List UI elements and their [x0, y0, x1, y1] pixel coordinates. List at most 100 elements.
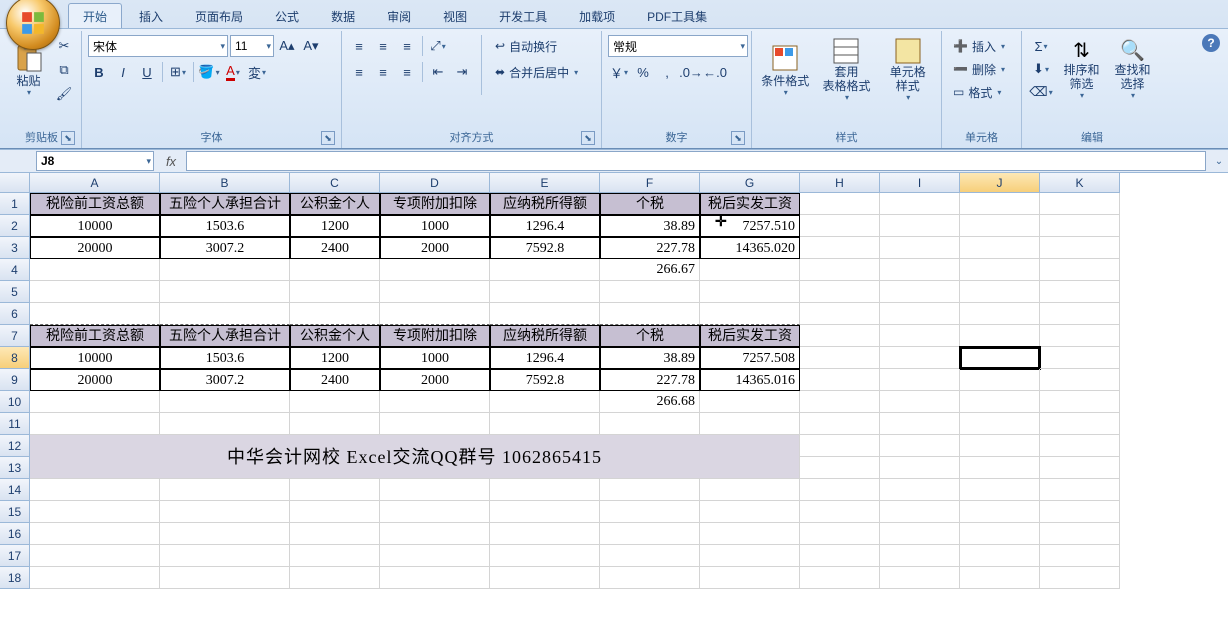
cell[interactable] [380, 281, 490, 303]
cell[interactable] [800, 435, 880, 457]
cell[interactable] [960, 303, 1040, 325]
cell[interactable]: 公积金个人 [290, 325, 380, 347]
cell[interactable] [700, 413, 800, 435]
cell[interactable] [800, 391, 880, 413]
cell[interactable]: 1503.6 [160, 347, 290, 369]
cell[interactable] [490, 303, 600, 325]
cell[interactable] [30, 303, 160, 325]
cell[interactable] [490, 259, 600, 281]
row-header[interactable]: 9 [0, 369, 30, 391]
insert-cells-button[interactable]: ➕插入▾ [948, 35, 1015, 57]
column-header[interactable]: G [700, 173, 800, 193]
row-header[interactable]: 13 [0, 457, 30, 479]
column-header[interactable]: A [30, 173, 160, 193]
cell[interactable] [800, 501, 880, 523]
cell[interactable] [700, 259, 800, 281]
cell[interactable] [160, 413, 290, 435]
cell[interactable] [1040, 347, 1120, 369]
expand-formula-bar[interactable]: ⌄ [1210, 156, 1228, 167]
tab-view[interactable]: 视图 [428, 3, 482, 28]
cell[interactable]: 1200 [290, 215, 380, 237]
cell[interactable] [800, 457, 880, 479]
format-as-table-button[interactable]: 套用 表格格式▾ [816, 35, 876, 103]
font-name-combo[interactable]: 宋体▾ [88, 35, 228, 57]
cell[interactable] [290, 567, 380, 589]
column-header[interactable]: I [880, 173, 960, 193]
cell[interactable]: 10000 [30, 215, 160, 237]
cell[interactable] [160, 281, 290, 303]
percent-button[interactable]: % [632, 61, 654, 83]
row-header[interactable]: 17 [0, 545, 30, 567]
cell[interactable] [800, 413, 880, 435]
cell[interactable] [960, 457, 1040, 479]
cell[interactable] [880, 237, 960, 259]
cell[interactable] [960, 435, 1040, 457]
cell[interactable]: 227.78 [600, 237, 700, 259]
cell[interactable] [880, 501, 960, 523]
cell[interactable]: 38.89 [600, 347, 700, 369]
cell[interactable] [290, 523, 380, 545]
cell[interactable] [1040, 303, 1120, 325]
cell[interactable] [960, 501, 1040, 523]
cell[interactable] [490, 501, 600, 523]
cell[interactable] [380, 479, 490, 501]
column-header[interactable]: F [600, 173, 700, 193]
column-header[interactable]: E [490, 173, 600, 193]
cell[interactable]: 税险前工资总额 [30, 193, 160, 215]
cell[interactable] [160, 303, 290, 325]
row-header[interactable]: 16 [0, 523, 30, 545]
cell[interactable]: 1000 [380, 347, 490, 369]
row-header[interactable]: 15 [0, 501, 30, 523]
column-header[interactable]: D [380, 173, 490, 193]
cell[interactable] [880, 369, 960, 391]
cell[interactable]: 2000 [380, 369, 490, 391]
tab-addins[interactable]: 加载项 [564, 3, 630, 28]
comma-button[interactable]: , [656, 61, 678, 83]
cell[interactable] [960, 215, 1040, 237]
row-header[interactable]: 11 [0, 413, 30, 435]
cell[interactable]: 38.89 [600, 215, 700, 237]
row-header[interactable]: 3 [0, 237, 30, 259]
column-header[interactable]: J [960, 173, 1040, 193]
row-header[interactable]: 5 [0, 281, 30, 303]
cell[interactable] [960, 479, 1040, 501]
cell[interactable]: 227.78 [600, 369, 700, 391]
tab-insert[interactable]: 插入 [124, 3, 178, 28]
cell[interactable] [800, 325, 880, 347]
cell[interactable]: 2000 [380, 237, 490, 259]
cell[interactable]: 7592.8 [490, 369, 600, 391]
cell[interactable] [1040, 479, 1120, 501]
cell[interactable]: 3007.2 [160, 369, 290, 391]
cell[interactable] [290, 259, 380, 281]
copy-button[interactable]: ⧉ [53, 59, 75, 81]
cell[interactable] [880, 259, 960, 281]
cell[interactable] [880, 545, 960, 567]
cell[interactable]: 10000 [30, 347, 160, 369]
cell[interactable] [160, 567, 290, 589]
find-select-button[interactable]: 🔍 查找和 选择▾ [1109, 35, 1156, 103]
cell[interactable]: 税后实发工资 [700, 193, 800, 215]
cell[interactable] [960, 325, 1040, 347]
cell[interactable]: 1296.4 [490, 215, 600, 237]
cell[interactable] [290, 303, 380, 325]
cell[interactable] [960, 237, 1040, 259]
cell[interactable] [1040, 523, 1120, 545]
tab-formulas[interactable]: 公式 [260, 3, 314, 28]
delete-cells-button[interactable]: ➖删除▾ [948, 58, 1015, 80]
cell[interactable] [30, 545, 160, 567]
indent-dec-button[interactable]: ⇤ [427, 61, 449, 83]
row-header[interactable]: 6 [0, 303, 30, 325]
conditional-format-button[interactable]: 条件格式▾ [758, 35, 812, 103]
cell[interactable]: 1000 [380, 215, 490, 237]
currency-button[interactable]: ￥▾ [608, 61, 630, 83]
cell[interactable]: 266.67 [600, 259, 700, 281]
cell[interactable] [880, 303, 960, 325]
cell[interactable] [1040, 369, 1120, 391]
cell[interactable] [1040, 281, 1120, 303]
cell[interactable]: 1200 [290, 347, 380, 369]
cell[interactable] [490, 479, 600, 501]
cell[interactable] [700, 567, 800, 589]
cell[interactable] [700, 479, 800, 501]
cell[interactable] [800, 215, 880, 237]
cell[interactable] [880, 391, 960, 413]
